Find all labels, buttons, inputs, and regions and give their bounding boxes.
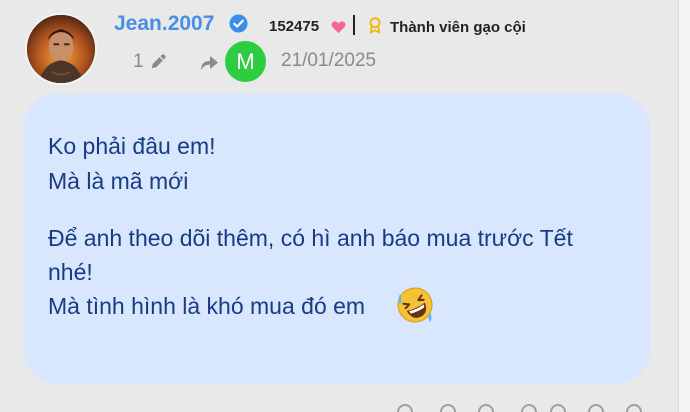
reply-arrow-icon[interactable] [198,53,220,71]
separator [353,15,355,35]
right-edge-panel [678,0,690,412]
bookmark-icon[interactable] [550,404,566,412]
message-line: nhé! [48,259,93,285]
message-line: Mà tình hình là khó mua đó em [48,293,366,319]
edit-count[interactable]: 1 [133,51,144,73]
user-points: 152475 [269,18,320,35]
message-line: Để anh theo dõi thêm, có hì anh báo mua … [48,225,573,251]
like-icon[interactable] [397,404,413,412]
username-link[interactable]: Jean.2007 [114,12,214,36]
heart-icon [331,21,346,34]
member-rank: Thành viên gạo cội [390,19,526,36]
message-line: Ko phải đâu em! [48,133,216,159]
user-avatar[interactable] [25,13,97,85]
medal-icon [369,17,381,34]
link-icon[interactable] [521,404,537,412]
verified-badge-icon [229,14,248,33]
reaction-icon[interactable] [440,404,456,412]
flag-icon[interactable] [588,404,604,412]
pencil-icon[interactable] [148,51,169,72]
message-line: Mà là mã mới [48,168,189,194]
avatar-image [27,15,95,83]
rolling-laughing-emoji-icon [397,287,433,323]
share-icon[interactable] [478,404,494,412]
post-date[interactable]: 21/01/2025 [281,50,376,72]
reply-icon[interactable] [626,404,642,412]
reply-to-avatar[interactable]: M [225,41,266,82]
